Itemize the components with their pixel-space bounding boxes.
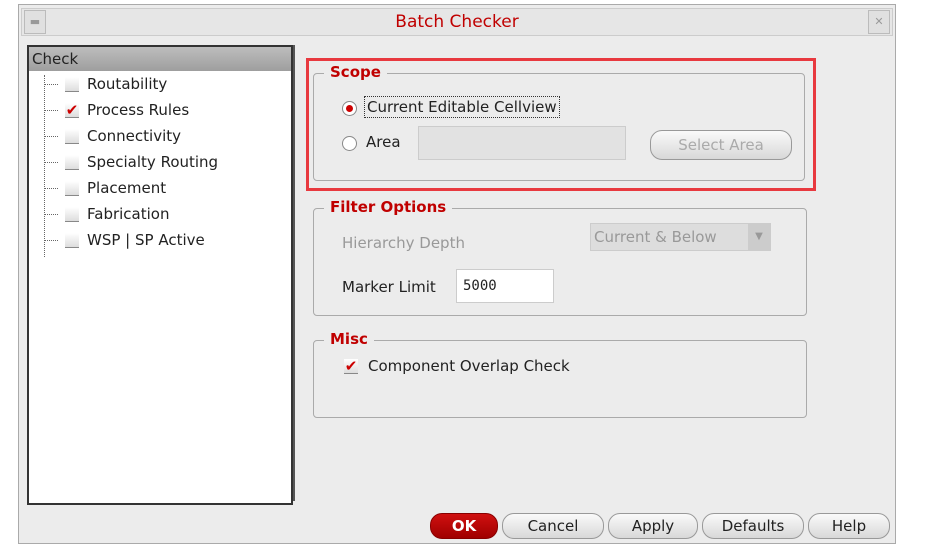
tree-connector	[44, 110, 58, 111]
tree-item[interactable]: Routability	[29, 71, 291, 97]
help-button[interactable]: Help	[808, 513, 890, 539]
chevron-down-icon: ▼	[748, 224, 770, 250]
tree-item-label: Process Rules	[87, 101, 190, 119]
window-title: Batch Checker	[395, 12, 519, 32]
hierarchy-depth-select[interactable]: Current & Below ▼	[590, 223, 771, 251]
filter-options-title: Filter Options	[324, 198, 453, 216]
tree-item[interactable]: WSP | SP Active	[29, 227, 291, 253]
marker-limit-input[interactable]: 5000	[456, 269, 554, 303]
tree-connector	[44, 84, 58, 85]
component-overlap-checkbox[interactable]: ✔	[344, 359, 358, 374]
tree-item[interactable]: Placement	[29, 175, 291, 201]
options-panel: Scope Current Editable Cellview Area Sel…	[293, 45, 891, 501]
tree-item-label: Connectivity	[87, 127, 181, 145]
tree-item[interactable]: ✔ Process Rules	[29, 97, 291, 123]
batch-checker-dialog: ▬ Batch Checker ✕ Check Routability ✔ Proc…	[18, 4, 896, 544]
tree-item-checkbox[interactable]	[65, 129, 79, 144]
tree-connector	[44, 188, 58, 189]
filter-options-group: Filter Options Hierarchy Depth Current &…	[313, 198, 807, 316]
scope-highlight	[306, 58, 816, 191]
check-tree: Check Routability ✔ Process Rules Connectiv…	[27, 45, 293, 505]
tree-item-checkbox[interactable]: ✔	[65, 103, 79, 118]
tree-item-checkbox[interactable]	[65, 233, 79, 248]
misc-title: Misc	[324, 330, 374, 348]
tree-header: Check	[29, 47, 291, 71]
tree-item-label: Fabrication	[87, 205, 170, 223]
apply-button[interactable]: Apply	[608, 513, 698, 539]
tree-item[interactable]: Fabrication	[29, 201, 291, 227]
defaults-button[interactable]: Defaults	[702, 513, 804, 539]
component-overlap-label: Component Overlap Check	[368, 357, 570, 375]
marker-limit-label: Marker Limit	[342, 278, 436, 296]
tree-item-checkbox[interactable]	[65, 207, 79, 222]
hierarchy-depth-value: Current & Below	[594, 228, 717, 246]
tree-item-checkbox[interactable]	[65, 155, 79, 170]
tree-item-label: Routability	[87, 75, 168, 93]
tree-connector	[44, 240, 58, 241]
title-bar: ▬ Batch Checker ✕	[21, 8, 893, 36]
tree-connector	[44, 136, 58, 137]
tree-item-label: WSP | SP Active	[87, 231, 205, 249]
tree-item[interactable]: Specialty Routing	[29, 149, 291, 175]
cancel-button[interactable]: Cancel	[502, 513, 604, 539]
tree-item-checkbox[interactable]	[65, 181, 79, 196]
ok-button[interactable]: OK	[430, 513, 498, 539]
close-button[interactable]: ✕	[868, 10, 890, 34]
misc-group: Misc ✔ Component Overlap Check	[313, 330, 807, 418]
tree-connector	[44, 162, 58, 163]
tree-item[interactable]: Connectivity	[29, 123, 291, 149]
tree-connector	[44, 214, 58, 215]
tree-item-checkbox[interactable]	[65, 77, 79, 92]
tree-item-label: Specialty Routing	[87, 153, 219, 171]
tree-item-label: Placement	[87, 179, 167, 197]
hierarchy-depth-label: Hierarchy Depth	[342, 234, 465, 252]
